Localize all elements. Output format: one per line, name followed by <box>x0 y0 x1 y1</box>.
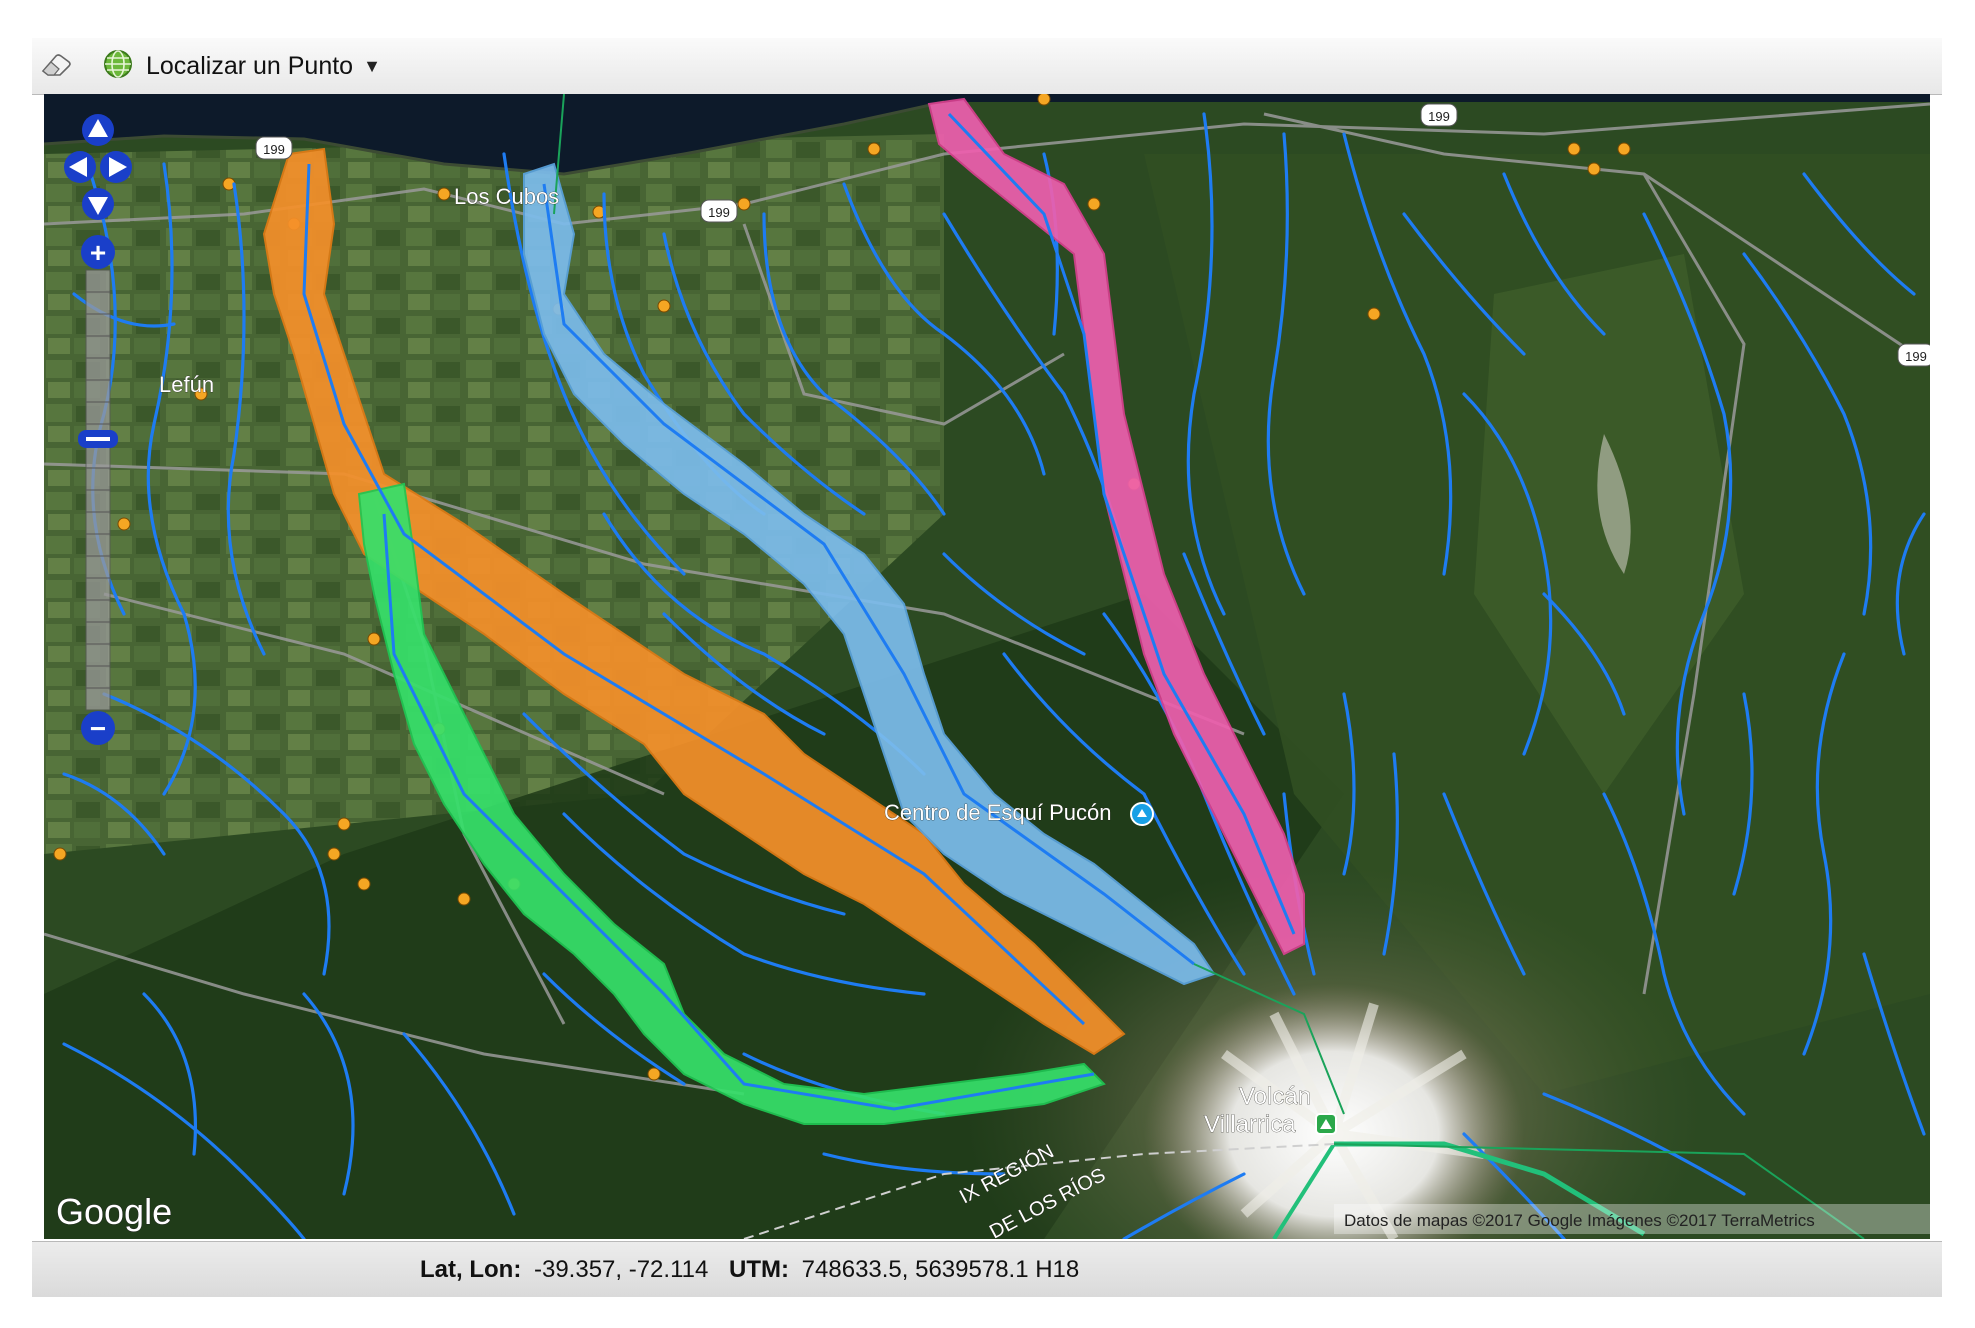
pan-down-button[interactable] <box>82 188 114 220</box>
google-logo: Google <box>56 1191 172 1232</box>
utm-value: 748633.5, 5639578.1 H18 <box>801 1256 1080 1283</box>
pan-right-button[interactable] <box>100 151 132 183</box>
caret-down-icon: ▼ <box>363 55 381 76</box>
zoom-in-label: + <box>90 237 106 268</box>
locate-point-dropdown[interactable]: Localizar un Punto ▼ <box>102 44 381 88</box>
globe-icon <box>102 48 134 85</box>
zoom-out-button[interactable]: − <box>81 711 115 745</box>
label-villarrica: Villarrica <box>1204 1111 1296 1138</box>
zoom-in-button[interactable]: + <box>81 235 115 269</box>
zoom-slider-handle[interactable] <box>78 430 118 448</box>
volcano-marker <box>1315 1113 1337 1135</box>
pan-zoom-control: + − <box>58 112 138 762</box>
utm-label: UTM: <box>729 1256 789 1283</box>
pan-up-button[interactable] <box>82 114 114 146</box>
zoom-slider[interactable] <box>78 269 118 711</box>
map-viewer: Localizar un Punto ▼ 199 199 199 199 Los… <box>32 38 1942 1298</box>
eraser-icon <box>40 51 74 82</box>
map-toolbar: Localizar un Punto ▼ <box>32 38 1942 95</box>
route-shield-4: 199 <box>1905 349 1927 364</box>
zoom-out-label: − <box>90 713 106 744</box>
map-canvas[interactable]: 199 199 199 199 Los Cubos Lefún Centro d… <box>44 94 1930 1239</box>
label-centro-esqui: Centro de Esquí Pucón <box>884 800 1111 825</box>
latlon-label: Lat, Lon: <box>420 1256 522 1283</box>
locate-point-label: Localizar un Punto <box>146 51 354 80</box>
label-los-cubos: Los Cubos <box>454 184 559 209</box>
route-shield-1: 199 <box>263 142 285 157</box>
map-svg[interactable]: 199 199 199 199 Los Cubos Lefún Centro d… <box>44 94 1930 1239</box>
route-shield-3: 199 <box>1428 109 1450 124</box>
route-shield-2: 199 <box>708 205 730 220</box>
label-volcan: Volcán <box>1239 1083 1311 1110</box>
map-attribution: Datos de mapas ©2017 Google Imágenes ©20… <box>1344 1211 1815 1230</box>
coordinate-statusbar: Lat, Lon: -39.357, -72.114 UTM: 748633.5… <box>32 1241 1942 1297</box>
ski-center-marker <box>1130 802 1154 826</box>
latlon-value: -39.357, -72.114 <box>533 1256 709 1283</box>
pan-left-button[interactable] <box>64 151 96 183</box>
label-lefun: Lefún <box>159 372 214 397</box>
eraser-button[interactable] <box>40 44 78 88</box>
